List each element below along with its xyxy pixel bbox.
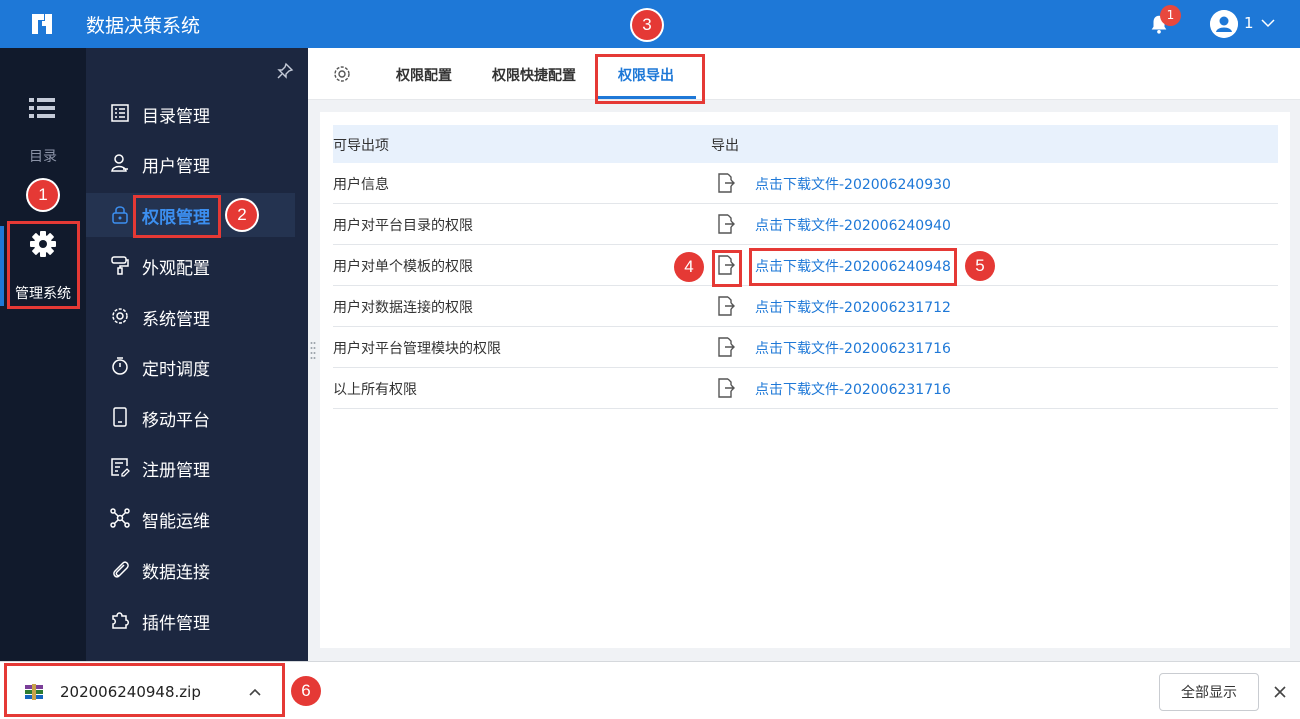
download-link[interactable]: 点击下载文件-202006240948 xyxy=(755,256,951,276)
export-panel: 可导出项 导出 用户信息 点击下载文件-202006240930 用户对平台目录的权… xyxy=(320,112,1290,648)
export-item-label: 用户对平台目录的权限 xyxy=(333,218,473,234)
annotation-marker-4: 4 xyxy=(674,252,704,282)
export-table: 可导出项 导出 用户信息 点击下载文件-202006240930 用户对平台目录的权… xyxy=(333,125,1278,409)
tab-permission-quick-config[interactable]: 权限快捷配置 xyxy=(492,65,576,85)
panel-resize-handle[interactable] xyxy=(310,340,316,360)
menu-item-label: 移动平台 xyxy=(142,411,210,431)
menu-item-label: 系统管理 xyxy=(142,310,210,330)
export-file-icon[interactable] xyxy=(717,255,735,275)
export-file-icon[interactable] xyxy=(717,214,735,234)
rail-item-admin[interactable]: 管理系统 xyxy=(0,218,86,310)
menu-item-label: 注册管理 xyxy=(142,461,210,481)
left-rail: 目录 管理系统 xyxy=(0,48,86,661)
table-row: 用户对平台目录的权限 点击下载文件-202006240940 xyxy=(333,204,1278,245)
table-row: 用户信息 点击下载文件-202006240930 xyxy=(333,163,1278,204)
column-header-export: 导出 xyxy=(711,138,739,154)
download-link[interactable]: 点击下载文件-202006231712 xyxy=(755,297,951,317)
lock-icon xyxy=(112,206,128,224)
menu-item-label: 智能运维 xyxy=(142,512,210,532)
table-row: 用户对单个模板的权限 点击下载文件-202006240948 xyxy=(333,245,1278,286)
menu-item-label: 定时调度 xyxy=(142,360,210,380)
table-header: 可导出项 导出 xyxy=(333,125,1278,163)
app-logo-icon xyxy=(32,14,52,34)
tab-permission-config[interactable]: 权限配置 xyxy=(396,65,452,85)
network-icon xyxy=(110,508,130,528)
export-item-label: 用户对平台管理模块的权限 xyxy=(333,341,501,357)
export-file-icon[interactable] xyxy=(717,378,735,398)
mobile-icon xyxy=(113,407,127,427)
show-all-button[interactable]: 全部显示 xyxy=(1159,673,1259,711)
menu-item-data-connection[interactable]: 数据连接 xyxy=(86,548,308,592)
menu-item-label: 用户管理 xyxy=(142,157,210,177)
menu-item-system[interactable]: 系统管理 xyxy=(86,295,308,339)
menu-item-plugins[interactable]: 插件管理 xyxy=(86,599,308,643)
download-bar: 202006240948.zip 全部显示 xyxy=(0,661,1300,719)
export-item-label: 用户对数据连接的权限 xyxy=(333,300,473,316)
column-header-item: 可导出项 xyxy=(333,138,389,154)
gear-icon xyxy=(112,308,128,324)
tab-bar: 权限配置 权限快捷配置 权限导出 xyxy=(308,48,1300,100)
admin-submenu: 目录管理 用户管理 权限管理 外观配置 系统管理 定时调度 移动平台 注册管理 … xyxy=(86,48,308,661)
menu-item-ops[interactable]: 智能运维 xyxy=(86,497,308,541)
menu-item-label: 插件管理 xyxy=(142,614,210,634)
chevron-up-icon[interactable] xyxy=(247,684,263,700)
annotation-marker-1: 1 xyxy=(28,180,58,210)
menu-item-users[interactable]: 用户管理 xyxy=(86,142,308,186)
annotation-marker-6: 6 xyxy=(291,676,321,706)
menu-item-scheduler[interactable]: 定时调度 xyxy=(86,345,308,389)
download-link[interactable]: 点击下载文件-202006231716 xyxy=(755,379,951,399)
export-file-icon[interactable] xyxy=(717,337,735,357)
table-row: 用户对平台管理模块的权限 点击下载文件-202006231716 xyxy=(333,327,1278,368)
gear-icon xyxy=(30,231,56,257)
export-item-label: 以上所有权限 xyxy=(333,382,417,398)
menu-item-appearance[interactable]: 外观配置 xyxy=(86,244,308,288)
active-tab-underline xyxy=(598,96,696,99)
user-avatar[interactable] xyxy=(1210,10,1238,38)
annotation-marker-2: 2 xyxy=(227,200,257,230)
settings-gear-icon[interactable] xyxy=(332,64,352,84)
puzzle-icon xyxy=(112,612,129,629)
table-row: 以上所有权限 点击下载文件-202006231716 xyxy=(333,368,1278,409)
stopwatch-icon xyxy=(112,357,128,375)
paint-roller-icon xyxy=(111,256,129,275)
export-file-icon[interactable] xyxy=(717,296,735,316)
menu-item-label: 目录管理 xyxy=(142,107,210,127)
menu-item-label: 外观配置 xyxy=(142,259,210,279)
annotation-marker-5: 5 xyxy=(965,251,995,281)
user-icon xyxy=(111,154,128,172)
chevron-down-icon[interactable] xyxy=(1260,15,1276,31)
menu-item-label: 权限管理 xyxy=(142,208,210,228)
download-link[interactable]: 点击下载文件-202006231716 xyxy=(755,338,951,358)
list-icon xyxy=(111,104,129,122)
menu-item-permissions[interactable]: 权限管理 xyxy=(86,193,295,237)
rail-admin-label: 管理系统 xyxy=(15,286,71,302)
paperclip-icon xyxy=(113,561,129,578)
menu-item-label: 数据连接 xyxy=(142,563,210,583)
export-file-icon[interactable] xyxy=(717,173,735,193)
app-title: 数据决策系统 xyxy=(86,15,201,37)
zip-archive-icon[interactable] xyxy=(24,682,44,702)
annotation-marker-3: 3 xyxy=(632,10,662,40)
download-file-name[interactable]: 202006240948.zip xyxy=(60,683,201,701)
export-item-label: 用户信息 xyxy=(333,177,389,193)
close-icon[interactable] xyxy=(1272,684,1288,700)
rail-directory-label[interactable]: 目录 xyxy=(0,146,86,166)
export-item-label: 用户对单个模板的权限 xyxy=(333,259,473,275)
menu-item-mobile[interactable]: 移动平台 xyxy=(86,396,308,440)
download-link[interactable]: 点击下载文件-202006240940 xyxy=(755,215,951,235)
user-name[interactable]: 1 xyxy=(1244,14,1254,32)
notification-badge: 1 xyxy=(1160,5,1181,26)
menu-item-directory[interactable]: 目录管理 xyxy=(86,92,308,136)
directory-list-icon[interactable] xyxy=(29,98,55,118)
table-row: 用户对数据连接的权限 点击下载文件-202006231712 xyxy=(333,286,1278,327)
download-link[interactable]: 点击下载文件-202006240930 xyxy=(755,174,951,194)
tab-permission-export[interactable]: 权限导出 xyxy=(618,65,674,85)
menu-item-registration[interactable]: 注册管理 xyxy=(86,446,308,490)
pin-icon[interactable] xyxy=(276,62,294,80)
register-icon xyxy=(111,458,130,477)
